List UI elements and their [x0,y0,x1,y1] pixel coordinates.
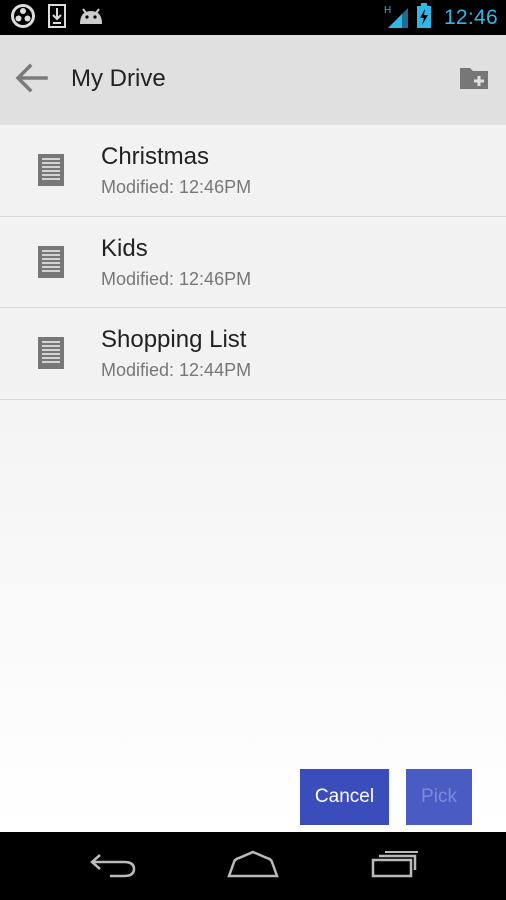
nav-back-button[interactable] [86,848,140,884]
file-name: Shopping List [101,326,247,353]
android-icon [78,6,104,30]
system-icons: H 12:46 [384,2,498,33]
download-icon [48,3,66,32]
nav-home-button[interactable] [225,848,281,884]
battery-charging-icon [416,2,432,33]
new-folder-icon [459,65,489,95]
back-icon [88,850,138,882]
file-row[interactable]: Shopping List Modified: 12:44PM [0,308,506,400]
up-button[interactable] [8,59,54,101]
document-icon [38,245,64,278]
file-name: Christmas [101,143,210,170]
home-icon [226,849,280,883]
network-type-label: H [384,5,391,16]
action-bar: My Drive [0,35,506,125]
file-modified: Modified: 12:46PM [101,177,252,197]
notification-icons [10,3,104,33]
status-bar: H 12:46 [0,0,506,35]
recent-apps-icon [370,849,420,883]
document-icon [38,154,64,186]
file-modified: Modified: 12:46PM [101,268,252,289]
signal-icon: H [384,3,410,33]
document-icon [38,337,64,369]
file-list: Christmas Modified: 12:46PM Kids Modifie… [0,125,506,400]
back-arrow-icon [14,63,48,97]
new-folder-button[interactable] [454,61,494,99]
navigation-bar [0,832,506,900]
app-icon [10,3,36,33]
file-modified: Modified: 12:44PM [101,360,252,380]
file-browser: Christmas Modified: 12:46PM Kids Modifie… [0,125,506,832]
file-row[interactable]: Christmas Modified: 12:46PM [0,125,506,217]
page-title: My Drive [71,65,166,92]
file-row[interactable]: Kids Modified: 12:46PM [0,216,506,308]
pick-button[interactable]: Pick [406,769,472,825]
status-clock: 12:46 [443,5,498,29]
file-name: Kids [101,234,148,262]
nav-recent-apps-button[interactable] [368,848,422,884]
cancel-button[interactable]: Cancel [300,769,389,825]
